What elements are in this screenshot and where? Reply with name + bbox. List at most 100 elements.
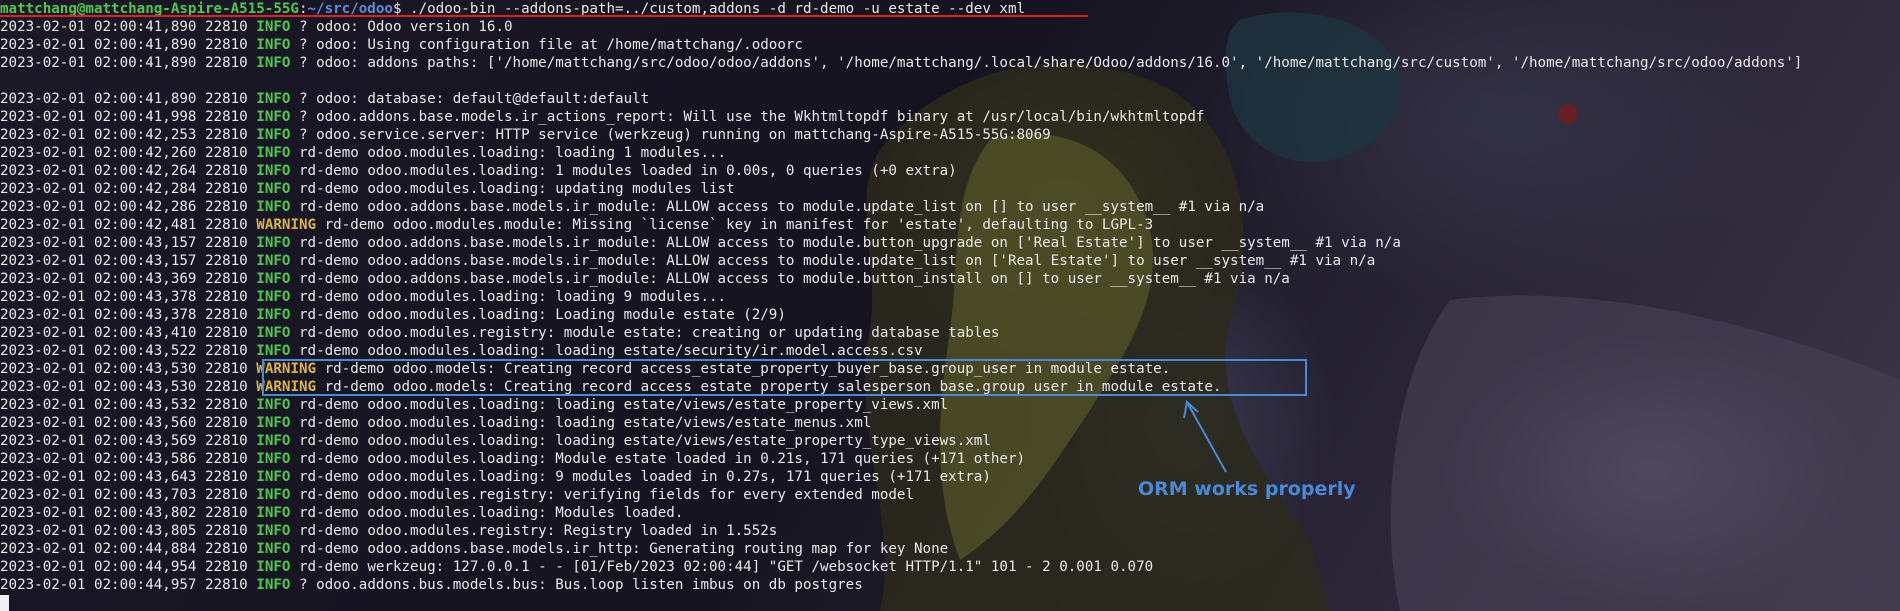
log-timestamp: 2023-02-01 02:00:42,284 [0,181,197,197]
log-line: 2023-02-01 02:00:44,957 22810 INFO ? odo… [0,576,1802,594]
log-pid: 22810 [205,361,248,377]
log-pid: 22810 [205,469,248,485]
log-level: INFO [256,253,291,269]
log-message: rd-demo odoo.modules.registry: module es… [299,325,1000,341]
log-timestamp: 2023-02-01 02:00:42,260 [0,145,197,161]
log-line: 2023-02-01 02:00:44,884 22810 INFO rd-de… [0,540,1802,558]
log-pid: 22810 [205,541,248,557]
log-pid: 22810 [205,127,248,143]
log-pid: 22810 [205,253,248,269]
log-level: WARNING [256,217,317,233]
log-level: INFO [256,199,291,215]
log-line: 2023-02-01 02:00:43,532 22810 INFO rd-de… [0,396,1802,414]
terminal-cursor [0,595,9,611]
log-timestamp: 2023-02-01 02:00:43,560 [0,415,197,431]
log-pid: 22810 [205,289,248,305]
log-timestamp: 2023-02-01 02:00:43,805 [0,523,197,539]
log-pid: 22810 [205,505,248,521]
log-timestamp: 2023-02-01 02:00:42,264 [0,163,197,179]
log-message: rd-demo odoo.modules.registry: verifying… [299,487,914,503]
log-pid: 22810 [205,523,248,539]
warning-highlight-box [262,359,1307,396]
log-level: INFO [256,415,291,431]
log-timestamp: 2023-02-01 02:00:43,532 [0,397,197,413]
log-line: 2023-02-01 02:00:41,890 22810 INFO ? odo… [0,54,1802,72]
log-timestamp: 2023-02-01 02:00:43,157 [0,253,197,269]
log-level: INFO [256,163,291,179]
log-message: rd-demo odoo.modules.loading: Loading mo… [299,307,786,323]
log-pid: 22810 [205,487,248,503]
log-pid: 22810 [205,451,248,467]
log-level: INFO [256,109,291,125]
log-pid: 22810 [205,235,248,251]
log-message: rd-demo odoo.addons.base.models.ir_modul… [299,235,1401,251]
log-message: ? odoo.service.server: HTTP service (wer… [299,127,1051,143]
terminal-window[interactable]: mattchang@mattchang-Aspire-A515-55G:~/sr… [0,0,1900,611]
log-timestamp: 2023-02-01 02:00:41,890 [0,91,197,107]
log-level: INFO [256,55,291,71]
log-level: INFO [256,577,291,593]
log-message: rd-demo odoo.modules.loading: 1 modules … [299,163,957,179]
log-timestamp: 2023-02-01 02:00:44,957 [0,577,197,593]
annotation-arrow-icon [1183,400,1227,473]
log-message: rd-demo odoo.addons.base.models.ir_http:… [299,541,949,557]
log-line: 2023-02-01 02:00:43,703 22810 INFO rd-de… [0,486,1802,504]
log-timestamp: 2023-02-01 02:00:43,569 [0,433,197,449]
log-timestamp: 2023-02-01 02:00:42,253 [0,127,197,143]
log-line: 2023-02-01 02:00:41,998 22810 INFO ? odo… [0,108,1802,126]
log-line: 2023-02-01 02:00:42,286 22810 INFO rd-de… [0,198,1802,216]
log-line: 2023-02-01 02:00:43,378 22810 INFO rd-de… [0,288,1802,306]
log-timestamp: 2023-02-01 02:00:43,378 [0,289,197,305]
log-pid: 22810 [205,181,248,197]
log-message: rd-demo odoo.modules.registry: Registry … [299,523,778,539]
log-timestamp: 2023-02-01 02:00:41,890 [0,19,197,35]
log-line: 2023-02-01 02:00:44,954 22810 INFO rd-de… [0,558,1802,576]
log-pid: 22810 [205,397,248,413]
log-message: rd-demo odoo.modules.loading: loading 9 … [299,289,727,305]
log-level: INFO [256,505,291,521]
log-timestamp: 2023-02-01 02:00:42,481 [0,217,197,233]
log-message: rd-demo odoo.modules.loading: Module est… [299,451,1026,467]
log-timestamp: 2023-02-01 02:00:43,530 [0,379,197,395]
log-timestamp: 2023-02-01 02:00:43,157 [0,235,197,251]
log-pid: 22810 [205,271,248,287]
log-line: 2023-02-01 02:00:42,284 22810 INFO rd-de… [0,180,1802,198]
log-line: 2023-02-01 02:00:43,369 22810 INFO rd-de… [0,270,1802,288]
log-timestamp: 2023-02-01 02:00:43,703 [0,487,197,503]
log-pid: 22810 [205,55,248,71]
log-timestamp: 2023-02-01 02:00:43,643 [0,469,197,485]
log-timestamp: 2023-02-01 02:00:41,890 [0,37,197,53]
log-pid: 22810 [205,415,248,431]
log-level: INFO [256,37,291,53]
log-timestamp: 2023-02-01 02:00:43,522 [0,343,197,359]
log-pid: 22810 [205,145,248,161]
log-line: 2023-02-01 02:00:42,260 22810 INFO rd-de… [0,144,1802,162]
log-line: 2023-02-01 02:00:43,522 22810 INFO rd-de… [0,342,1802,360]
log-level: INFO [256,343,291,359]
log-timestamp: 2023-02-01 02:00:43,586 [0,451,197,467]
terminal-output: mattchang@mattchang-Aspire-A515-55G:~/sr… [0,0,1802,594]
log-level: INFO [256,541,291,557]
log-timestamp: 2023-02-01 02:00:41,890 [0,55,197,71]
log-line: 2023-02-01 02:00:43,157 22810 INFO rd-de… [0,234,1802,252]
log-timestamp: 2023-02-01 02:00:43,410 [0,325,197,341]
log-pid: 22810 [205,433,248,449]
log-level: INFO [256,145,291,161]
log-line: 2023-02-01 02:00:41,890 22810 INFO ? odo… [0,18,1802,36]
log-level: INFO [256,271,291,287]
log-timestamp: 2023-02-01 02:00:44,954 [0,559,197,575]
log-line: 2023-02-01 02:00:42,253 22810 INFO ? odo… [0,126,1802,144]
log-level: INFO [256,91,291,107]
log-level: INFO [256,469,291,485]
log-timestamp: 2023-02-01 02:00:43,802 [0,505,197,521]
log-level: INFO [256,397,291,413]
log-level: INFO [256,487,291,503]
log-pid: 22810 [205,343,248,359]
log-level: INFO [256,307,291,323]
log-message: rd-demo odoo.addons.base.models.ir_modul… [299,199,1265,215]
log-line: 2023-02-01 02:00:43,643 22810 INFO rd-de… [0,468,1802,486]
log-level: INFO [256,325,291,341]
log-pid: 22810 [205,307,248,323]
log-line: 2023-02-01 02:00:43,586 22810 INFO rd-de… [0,450,1802,468]
